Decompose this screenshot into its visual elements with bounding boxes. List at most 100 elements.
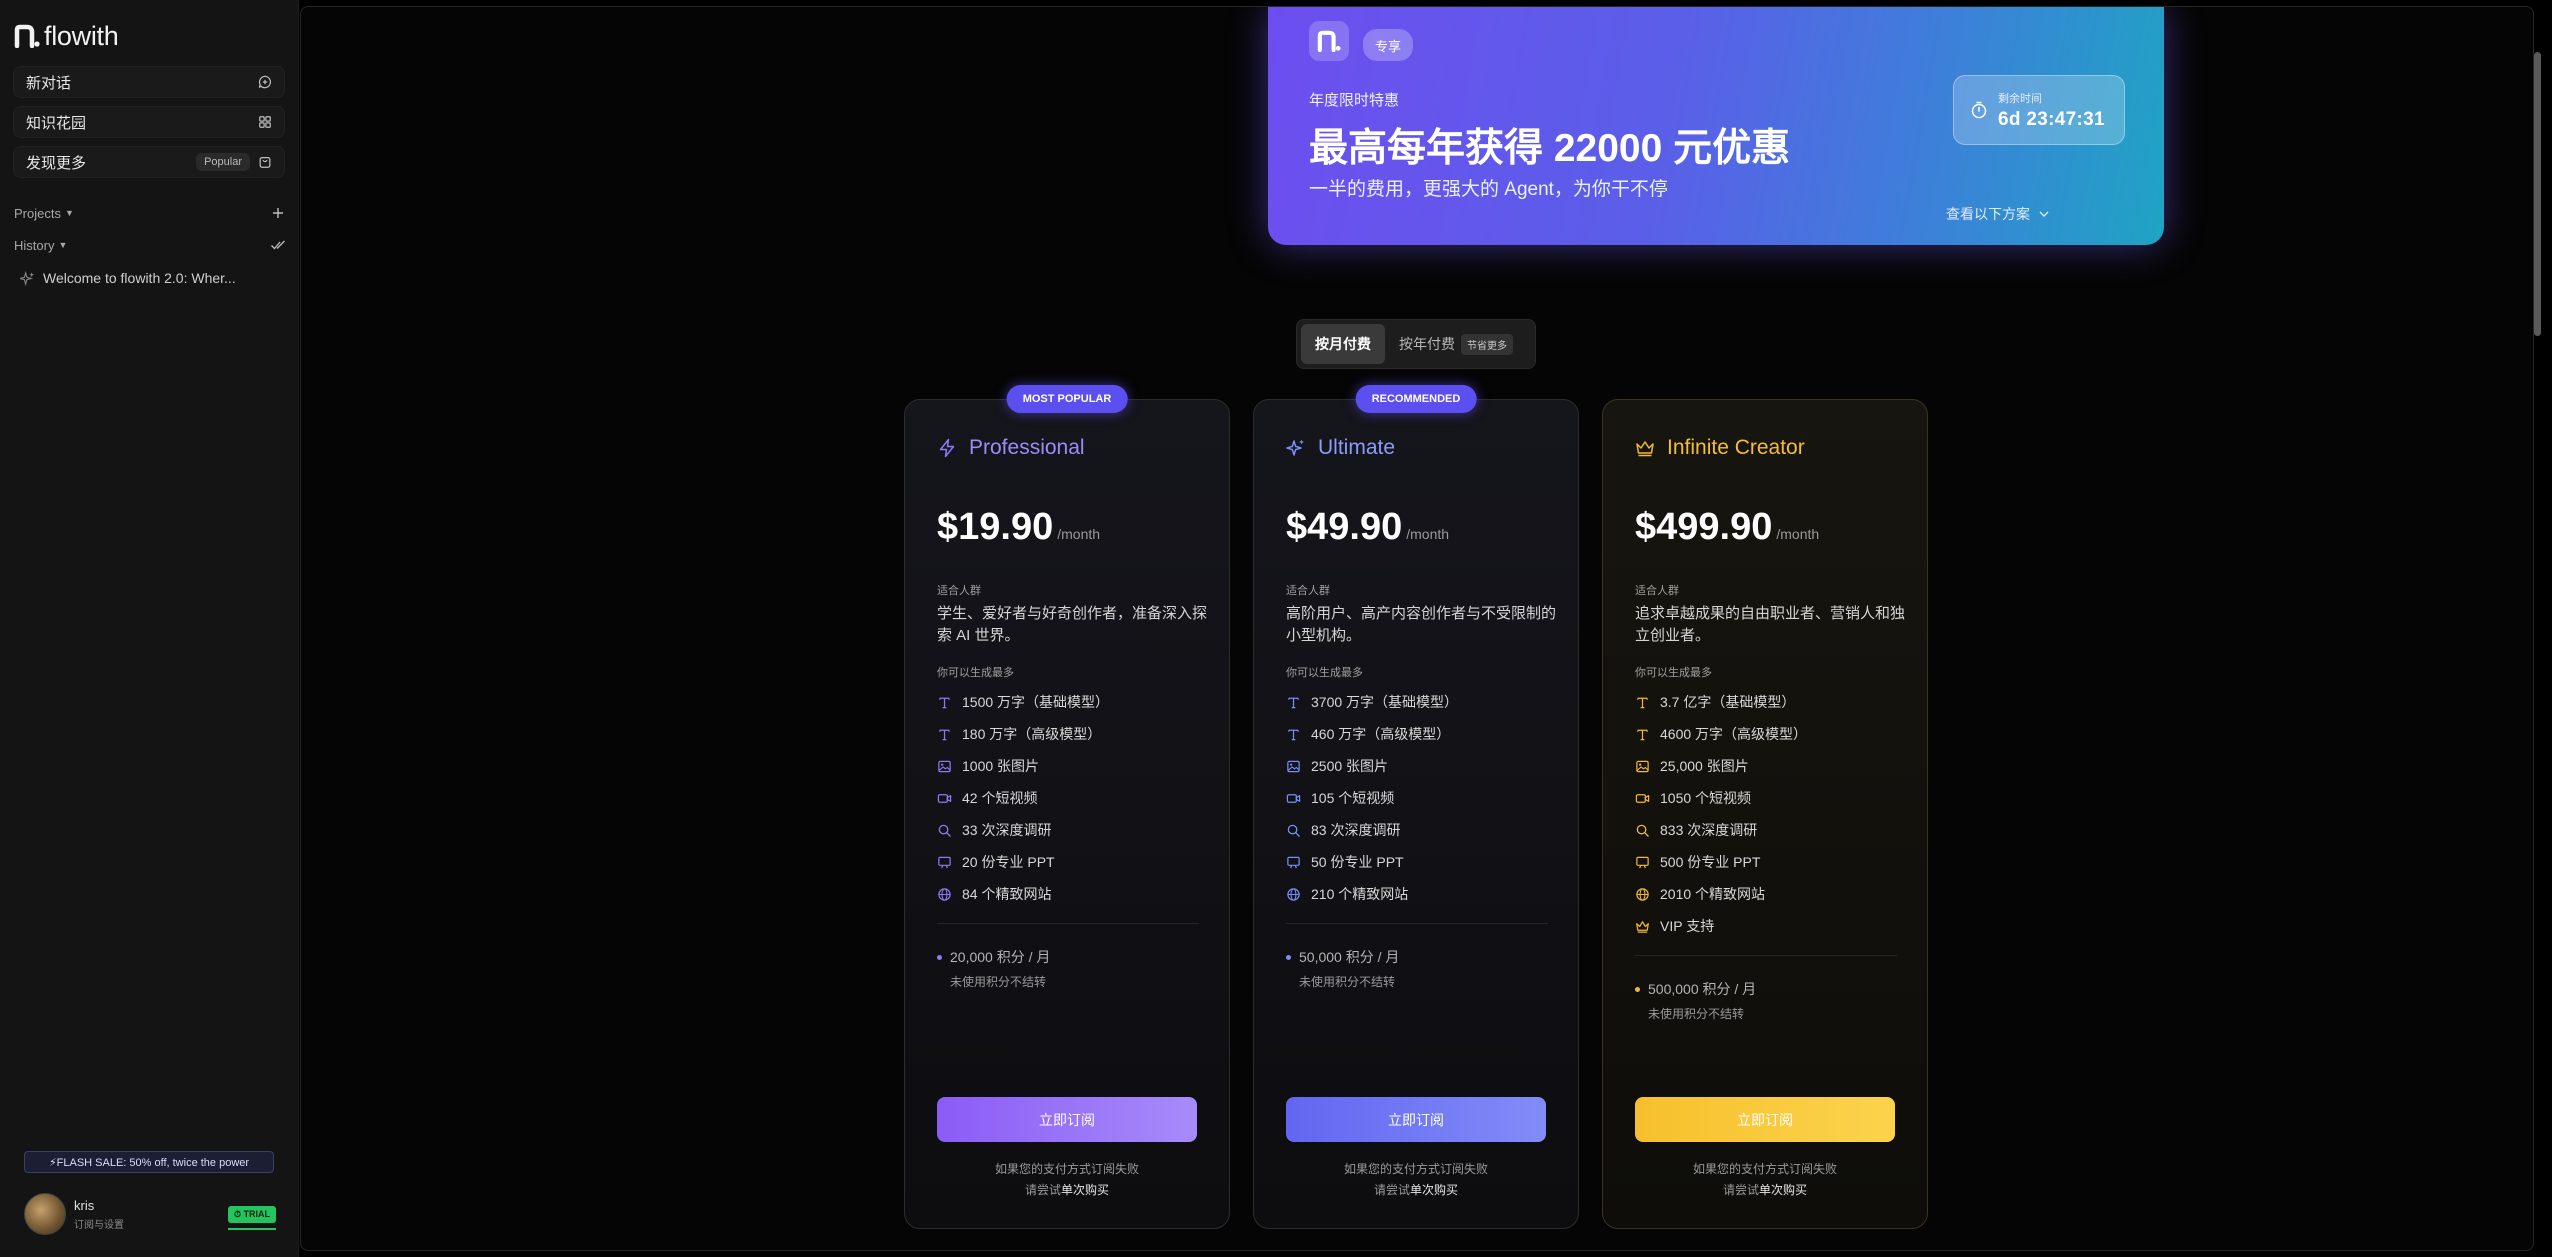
projects-section: Projects ▼ [14,203,286,223]
subscribe-button[interactable]: 立即订阅 [1286,1097,1546,1142]
flash-sale-banner[interactable]: ⚡FLASH SALE: 50% off, twice the power [24,1151,274,1173]
flowith-logo-icon [14,24,40,48]
save-more-badge: 节省更多 [1461,333,1513,355]
credits-note: 未使用积分不结转 [1299,975,1396,989]
audience-description: 学生、爱好者与好奇创作者，准备深入探索 AI 世界。 [937,605,1208,644]
trial-badge: ⏱ TRIAL [228,1205,276,1223]
yearly-billing-label: 按年付费 [1399,336,1455,352]
audience-label: 适合人群 [1635,585,1679,597]
popular-badge: Popular [196,153,250,171]
plan-price: $499.90 [1635,506,1773,548]
globe-icon [1287,887,1300,901]
credits-dot [937,954,942,960]
audience-label: 适合人群 [937,585,981,597]
one-time-purchase-link[interactable]: 单次购买 [1759,1183,1807,1197]
new-chat-button[interactable]: 新对话 [13,66,285,98]
feature-item: 833 次深度调研 [1635,814,1905,846]
feature-item: 210 个精致网站 [1286,878,1556,910]
video-icon [1286,793,1301,803]
video-icon [937,793,952,803]
video-icon [1635,793,1650,803]
divider [1635,955,1897,956]
yearly-billing-option[interactable]: 按年付费 节省更多 [1385,324,1527,364]
plan-card-professional: MOST POPULAR Professional $19.90 /month … [904,385,1230,1229]
double-check-icon[interactable] [270,237,286,253]
user-account[interactable]: kris 订阅与设置 ⏱ TRIAL [24,1192,276,1236]
one-time-purchase-link[interactable]: 单次购买 [1061,1183,1109,1197]
brand-name: flowith [44,20,119,51]
feature-text: 105 个短视频 [1311,790,1395,806]
view-plans-link[interactable]: 查看以下方案 [1946,204,2050,224]
countdown-label: 剩余时间 [1998,92,2042,105]
credits-dot [1286,954,1291,960]
slides-icon [938,856,951,868]
divider [1286,923,1548,924]
monthly-billing-option[interactable]: 按月付费 [1301,324,1385,364]
discover-more-label: 发现更多 [26,154,87,172]
history-label[interactable]: History [14,238,54,253]
plan-name: Professional [969,436,1085,459]
price-period: /month [1406,526,1450,542]
text-icon [939,729,950,740]
pricing-page: 专享 年度限时特惠 最高每年获得 22000 元优惠 一半的费用，更强大的 Ag… [300,6,2534,1251]
feature-text: 1050 个短视频 [1660,790,1752,806]
bolt-icon [939,438,955,458]
search-icon [1287,824,1300,837]
knowledge-garden-button[interactable]: 知识花园 [13,106,285,138]
feature-item: 50 份专业 PPT [1286,846,1556,878]
user-subtitle: 订阅与设置 [74,1219,124,1231]
crown-icon [1636,920,1649,933]
feature-text: 50 份专业 PPT [1311,854,1404,870]
trial-progress [228,1228,276,1230]
subscribe-button[interactable]: 立即订阅 [1635,1097,1895,1142]
subscribe-button[interactable]: 立即订阅 [937,1097,1197,1142]
feature-text: VIP 支持 [1660,918,1715,934]
feature-item: 500 份专业 PPT [1635,846,1905,878]
knowledge-garden-label: 知识花园 [26,114,87,132]
projects-label[interactable]: Projects [14,206,61,221]
stopwatch-icon [1971,101,1987,119]
promo-eyebrow: 年度限时特惠 [1309,92,1400,109]
caret-down-icon[interactable]: ▼ [65,208,74,218]
scrollbar-thumb[interactable] [2534,52,2541,336]
text-icon [939,697,950,708]
recommended-badge: RECOMMENDED [1355,385,1477,413]
feature-item: 20 份专业 PPT [937,846,1207,878]
history-section: History ▼ [14,235,286,255]
new-chat-label: 新对话 [26,74,72,92]
feature-text: 20 份专业 PPT [962,854,1055,870]
countdown-timer: 剩余时间 6d 23:47:31 [1953,75,2125,145]
feature-text: 2010 个精致网站 [1660,886,1766,902]
note-prefix: 请尝试 [1722,1183,1759,1197]
audience-description: 追求卓越成果的自由职业者、营销人和独立创业者。 [1635,605,1906,644]
most-popular-badge: MOST POPULAR [1006,385,1128,413]
image-icon [1636,760,1649,772]
credits-dot [1635,986,1640,992]
history-item[interactable]: Welcome to flowith 2.0: Wher... [20,267,282,289]
one-time-purchase-link[interactable]: 单次购买 [1410,1183,1458,1197]
credits-info: 20,000 积分 / 月 未使用积分不结转 [937,947,1197,990]
feature-item: 2500 张图片 [1286,750,1556,782]
feature-text: 25,000 张图片 [1660,758,1749,774]
feature-item: 2010 个精致网站 [1635,878,1905,910]
feature-text: 2500 张图片 [1311,758,1389,774]
feature-item: 460 万字（高级模型） [1286,718,1556,750]
features-label: 你可以生成最多 [1635,667,1712,679]
plan-card-infinite-creator: Infinite Creator $499.90 /month 适合人群 追求卓… [1602,399,1928,1229]
add-project-icon[interactable] [270,205,286,221]
feature-item: VIP 支持 [1635,910,1905,942]
feature-item: 42 个短视频 [937,782,1207,814]
caret-down-icon[interactable]: ▼ [58,240,67,250]
grid-icon [259,116,271,128]
brand-logo[interactable]: flowith [14,20,119,52]
feature-text: 460 万字（高级模型） [1311,726,1451,742]
plan-name: Infinite Creator [1667,436,1805,459]
promo-logo [1309,21,1349,61]
discover-more-button[interactable]: 发现更多 Popular [13,146,285,178]
view-plans-label: 查看以下方案 [1946,206,2030,222]
avatar [24,1193,66,1235]
credits-amount: 20,000 积分 / 月 [950,949,1051,965]
note-prefix: 请尝试 [1024,1183,1061,1197]
feature-list: 3.7 亿字（基础模型） 4600 万字（高级模型） 25,000 张图片 1050 … [1635,686,1905,942]
feature-item: 3.7 亿字（基础模型） [1635,686,1905,718]
